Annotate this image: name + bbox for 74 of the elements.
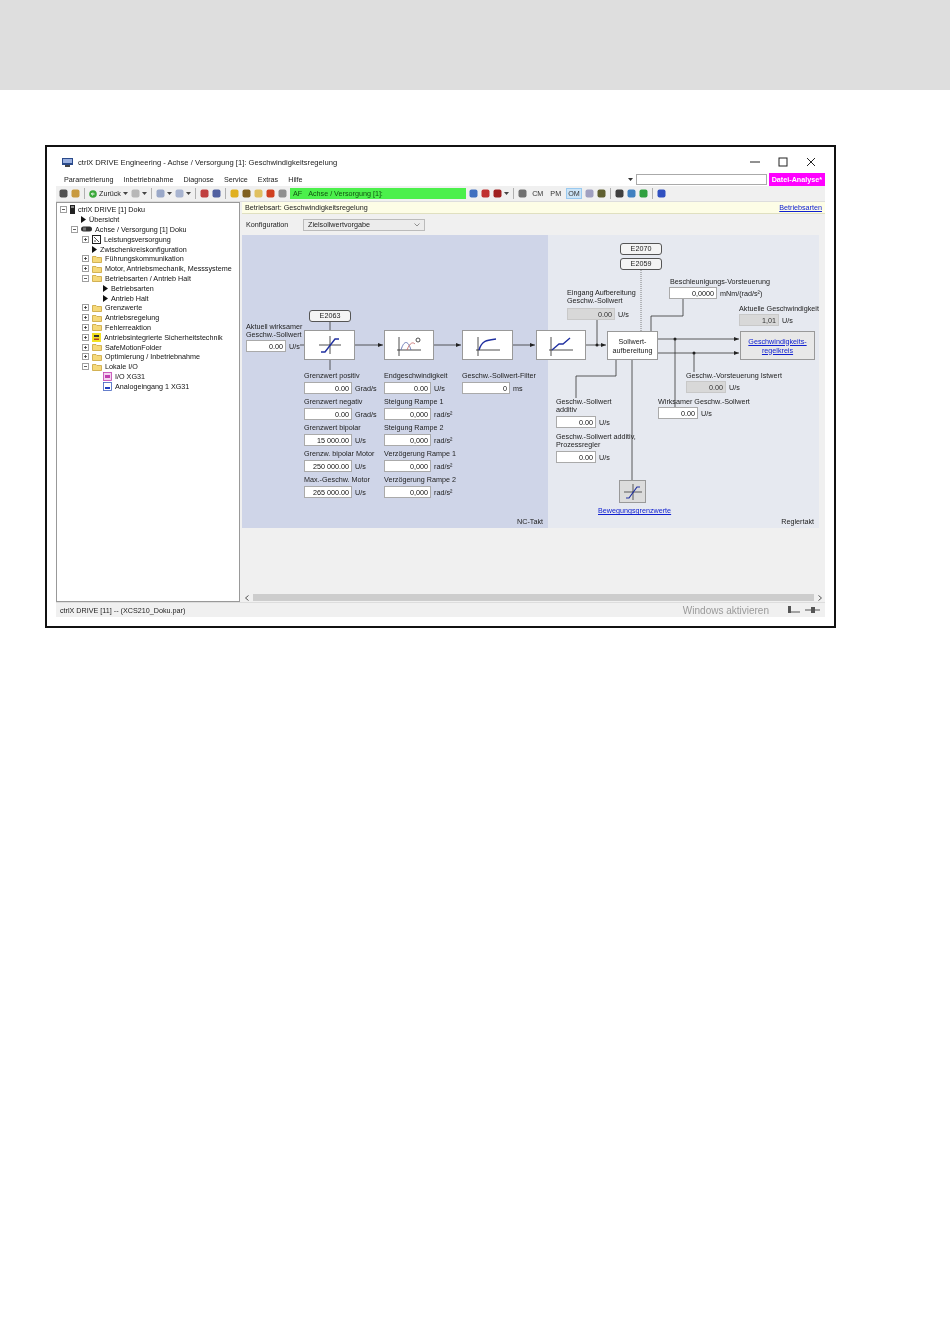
connector-line (329, 321, 331, 331)
caret-icon (414, 222, 420, 227)
limiter-curve-icon (316, 334, 343, 356)
caret-icon[interactable] (185, 192, 191, 195)
power-supply-icon (92, 234, 101, 244)
filter-curve-icon (473, 334, 502, 356)
maximize-icon[interactable] (777, 156, 789, 168)
connector-line (674, 338, 676, 408)
caret-icon[interactable] (166, 192, 172, 195)
activation-watermark: Windows aktivieren (682, 604, 769, 616)
scrollbar-thumb[interactable] (253, 594, 814, 601)
expand-toggle[interactable] (82, 314, 89, 322)
io-icon (103, 371, 112, 381)
app-icon (62, 157, 73, 167)
junction-dot (595, 343, 599, 347)
caret-icon[interactable] (141, 192, 147, 195)
toolbar-icon[interactable] (596, 189, 606, 198)
safety-icon (92, 332, 101, 342)
scroll-left-icon[interactable] (245, 594, 249, 601)
scroll-right-icon[interactable] (818, 594, 822, 601)
expand-toggle[interactable] (82, 353, 89, 361)
expand-toggle[interactable] (82, 265, 89, 273)
ramp-curve-icon (395, 334, 423, 356)
function-block[interactable] (384, 330, 434, 360)
toolbar-icon[interactable] (199, 189, 209, 198)
search-field[interactable] (635, 173, 767, 185)
toolbar-icon[interactable] (518, 189, 528, 198)
caret-icon[interactable] (504, 192, 510, 195)
junction-dot (692, 351, 696, 355)
connection-icon (787, 605, 801, 615)
expand-toggle[interactable] (82, 304, 89, 312)
ramp-limit-icon (547, 334, 575, 356)
function-block[interactable] (462, 330, 513, 360)
connector-line (596, 318, 598, 346)
expand-toggle[interactable] (82, 363, 89, 371)
toolbar-icon[interactable] (265, 189, 275, 198)
close-icon[interactable] (805, 156, 817, 168)
function-block[interactable] (536, 330, 586, 360)
expand-toggle[interactable] (82, 255, 89, 263)
arrow-icon (81, 216, 86, 224)
plug-icon (805, 605, 821, 615)
toolbar-icon[interactable] (656, 189, 666, 198)
expand-toggle[interactable] (82, 323, 89, 331)
connector-line (640, 269, 642, 332)
expand-toggle[interactable] (82, 343, 89, 351)
back-icon (89, 189, 97, 198)
toolbar-icon[interactable] (59, 189, 68, 198)
toolbar-icon[interactable] (493, 189, 503, 198)
toolbar-icon[interactable] (469, 189, 479, 198)
function-block[interactable] (304, 330, 355, 360)
horizontal-scrollbar[interactable] (242, 593, 825, 602)
arrow-icon (92, 245, 97, 253)
connector-line (693, 352, 695, 373)
toolbar-icon[interactable] (241, 189, 251, 198)
connector-line (299, 344, 305, 346)
motor-icon (81, 226, 92, 233)
expand-toggle[interactable] (60, 206, 67, 214)
caret-icon[interactable] (627, 177, 633, 181)
device-icon (70, 205, 75, 215)
connector-line (575, 359, 617, 399)
expand-toggle[interactable] (71, 226, 78, 233)
junction-dot (673, 337, 677, 341)
expand-toggle[interactable] (82, 333, 89, 341)
expand-toggle[interactable] (82, 274, 89, 282)
connector-line (329, 359, 331, 371)
function-block[interactable] (619, 480, 646, 503)
caret-icon[interactable] (122, 192, 128, 195)
analog-input-icon (103, 381, 112, 391)
toolbar-icon[interactable] (211, 189, 221, 198)
connector-line (650, 298, 684, 332)
toolbar-icon[interactable] (614, 189, 624, 198)
expand-toggle[interactable] (82, 235, 89, 243)
limiter-curve-icon (622, 482, 643, 501)
toolbar-icon[interactable] (481, 189, 491, 198)
